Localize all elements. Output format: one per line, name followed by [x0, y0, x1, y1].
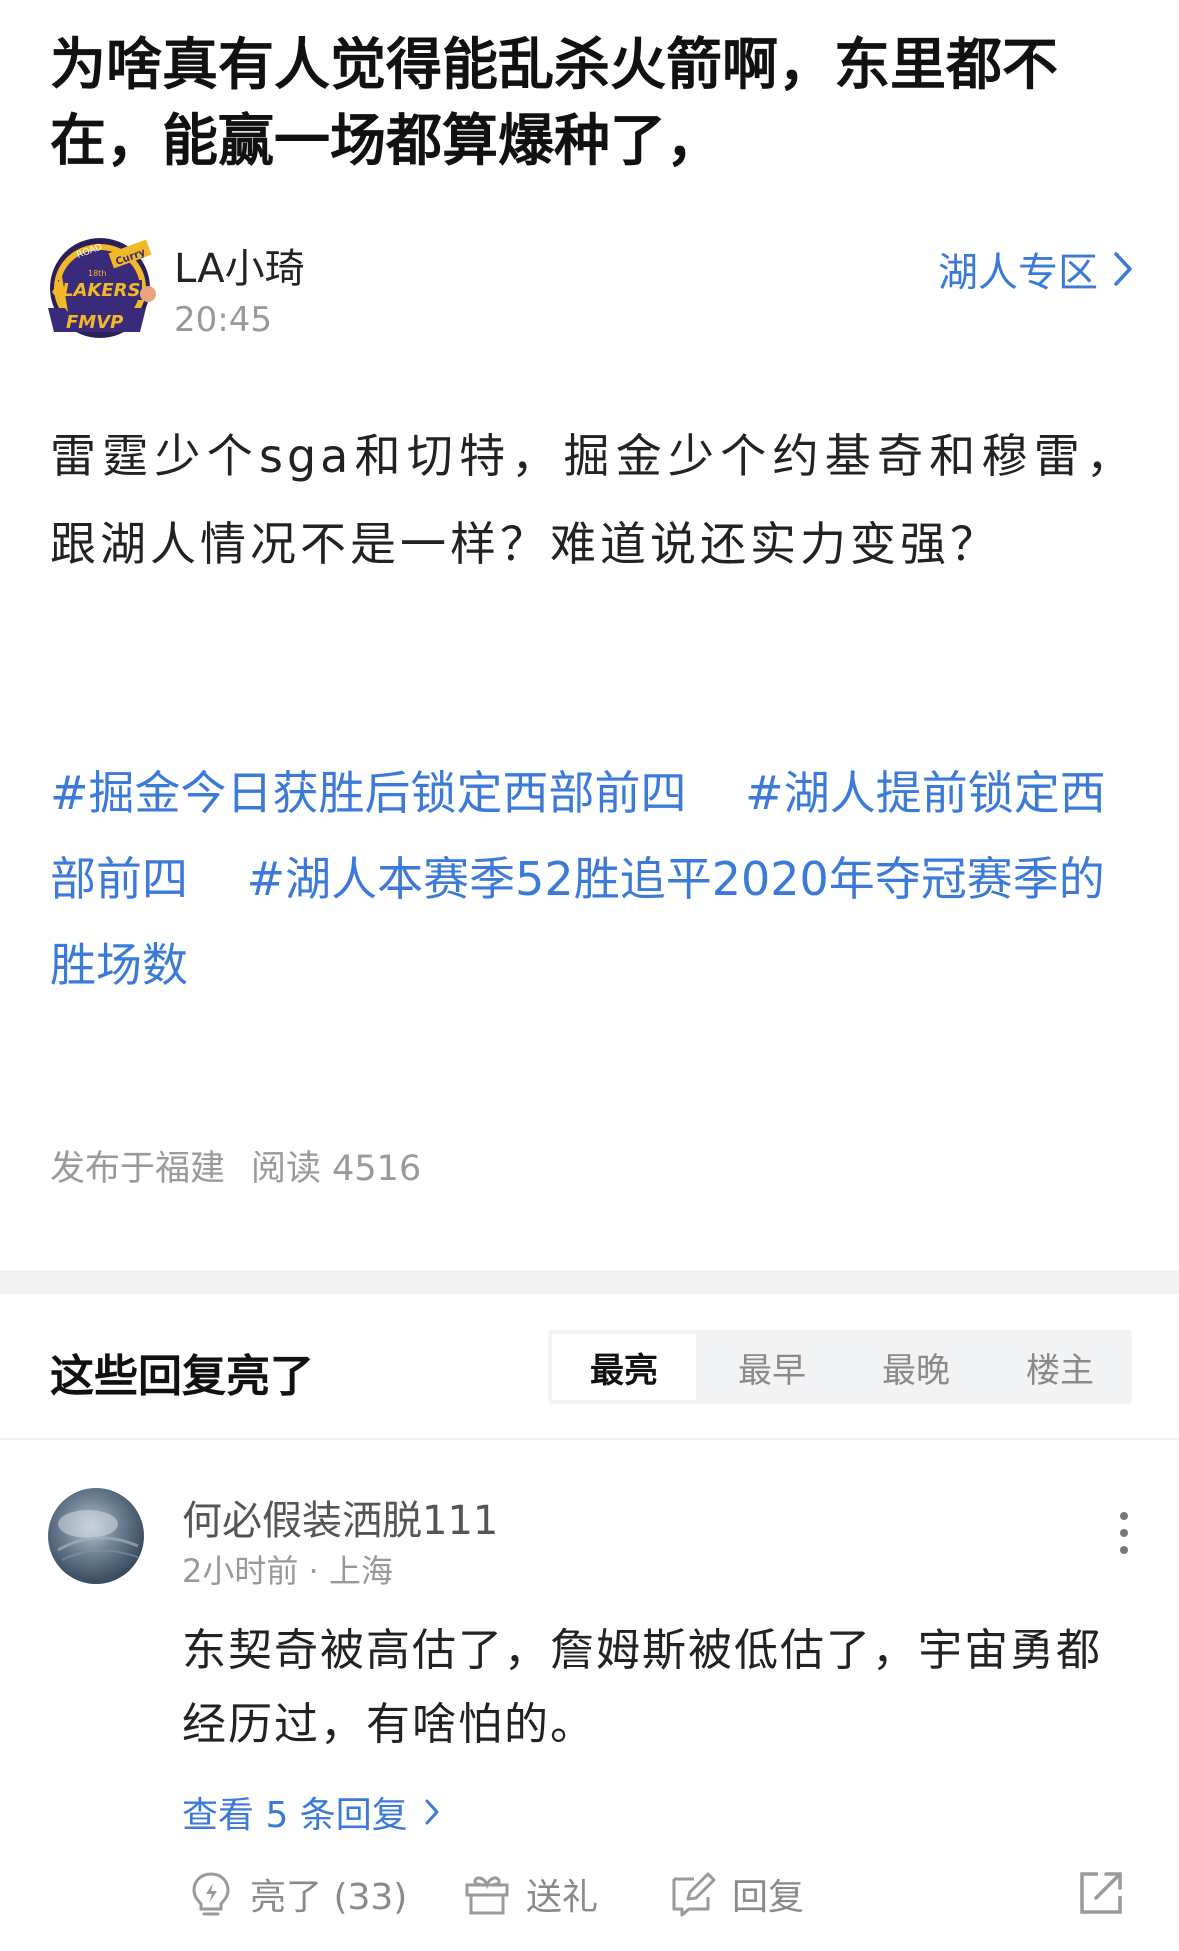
reply-label: 回复	[732, 1877, 805, 1918]
gift-label: 送礼	[526, 1877, 599, 1918]
commenter-avatar[interactable]	[48, 1488, 144, 1584]
tab-latest[interactable]: 最晚	[844, 1330, 988, 1404]
topic-list: #掘金今日获胜后锁定西部前四 #湖人提前锁定西部前四 #湖人本赛季52胜追平20…	[50, 750, 1140, 1008]
chevron-right-icon	[1114, 252, 1132, 286]
zone-link-label: 湖人专区	[938, 250, 1098, 296]
chevron-right-icon	[425, 1799, 439, 1825]
read-count: 阅读 4516	[251, 1149, 422, 1189]
divider	[0, 1438, 1179, 1440]
comment-actions: 亮了 (33) 送礼 回复	[180, 1868, 1140, 1932]
topic-link[interactable]: #湖人本赛季52胜追平2020年夺冠赛季的胜场数	[50, 852, 1105, 992]
author-avatar[interactable]: ROAD Curry 18th LAKERS FMVP	[48, 236, 158, 344]
tab-brightest[interactable]: 最亮	[552, 1334, 696, 1400]
more-options-icon[interactable]	[1114, 1512, 1134, 1562]
author-row: ROAD Curry 18th LAKERS FMVP LA小琦 20:45 湖…	[48, 236, 1138, 346]
gift-button[interactable]: 送礼	[462, 1868, 598, 1920]
share-icon	[1080, 1872, 1122, 1914]
like-button[interactable]: 亮了 (33)	[186, 1868, 407, 1920]
edit-icon	[672, 1872, 716, 1917]
tab-earliest[interactable]: 最早	[700, 1330, 844, 1404]
view-replies-label: 查看 5 条回复	[182, 1795, 408, 1836]
tab-op-only[interactable]: 楼主	[988, 1330, 1132, 1404]
like-count: 亮了 (33)	[250, 1877, 408, 1918]
topic-link[interactable]: #掘金今日获胜后锁定西部前四	[50, 766, 687, 820]
comment-meta: 2小时前 · 上海	[182, 1552, 393, 1590]
view-replies-link[interactable]: 查看 5 条回复	[182, 1786, 440, 1838]
post-time: 20:45	[174, 300, 272, 340]
zone-link[interactable]: 湖人专区	[938, 240, 1134, 298]
reply-button[interactable]: 回复	[668, 1868, 804, 1920]
post-meta: 发布于福建 阅读 4516	[50, 1140, 421, 1191]
svg-text:LAKERS: LAKERS	[62, 280, 140, 301]
post-location: 发布于福建	[50, 1149, 226, 1189]
gift-icon	[465, 1876, 509, 1915]
comment-text: 东契奇被高估了，詹姆斯被低估了，宇宙勇都经历过，有啥怕的。	[182, 1625, 1102, 1750]
post-body: 雷霆少个sga和切特，掘金少个约基奇和穆雷，跟湖人情况不是一样？难道说还实力变强…	[50, 429, 1136, 571]
sort-tabs: 最亮 最早 最晚 楼主	[548, 1330, 1132, 1404]
share-button[interactable]	[1076, 1868, 1126, 1918]
svg-text:18th: 18th	[88, 269, 106, 278]
section-divider	[0, 1270, 1179, 1294]
replies-heading: 这些回复亮了	[50, 1351, 314, 1402]
commenter-name[interactable]: 何必假装洒脱111	[182, 1488, 498, 1546]
post-title: 为啥真有人觉得能乱杀火箭啊，东里都不在，能赢一场都算爆种了，	[50, 33, 1058, 174]
lightbulb-icon	[192, 1872, 230, 1916]
svg-text:FMVP: FMVP	[66, 312, 123, 333]
author-name[interactable]: LA小琦	[174, 236, 305, 294]
